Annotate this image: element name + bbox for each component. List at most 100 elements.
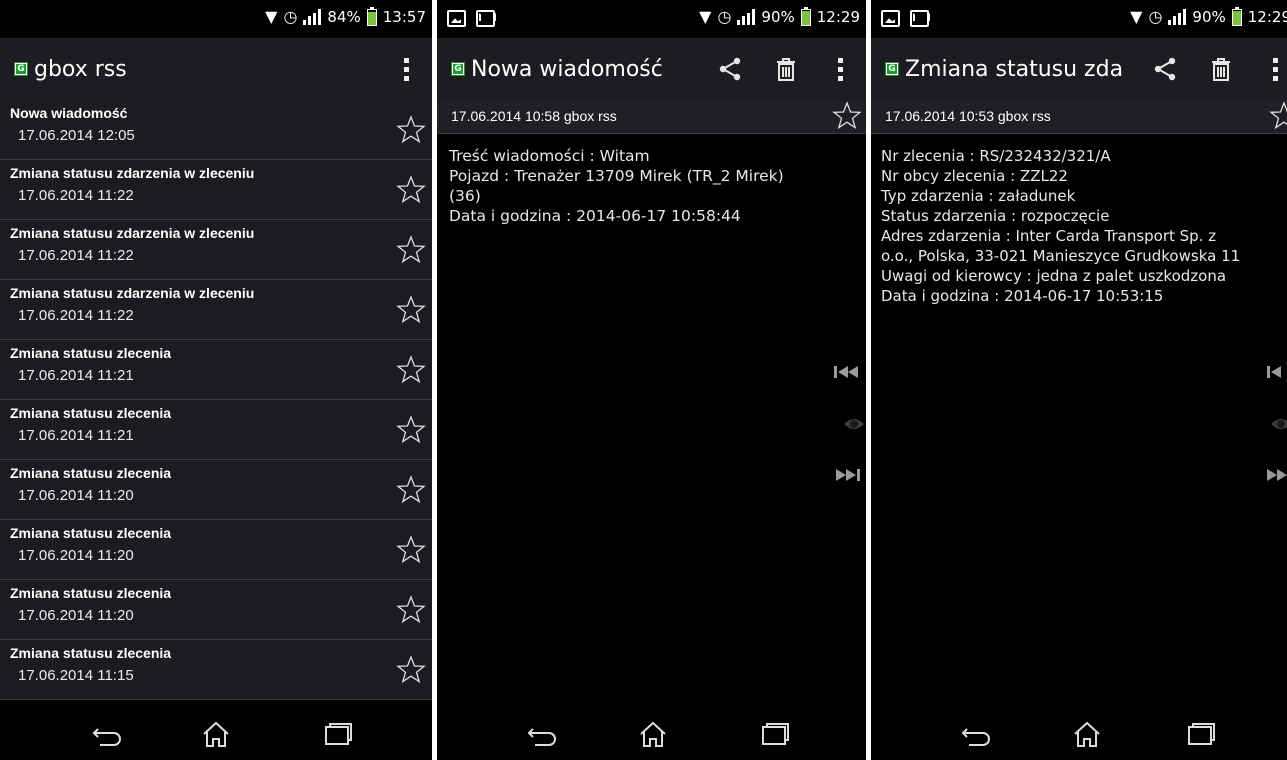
list-item-title: Zmiana statusu zlecenia [10,645,172,661]
list-item[interactable]: Zmiana statusu zdarzenia w zleceniu 17.06… [0,160,432,220]
share-icon [719,57,741,81]
signal-icon [737,9,756,25]
list-item-date: 17.06.2014 11:20 [18,607,134,624]
overflow-menu-icon [1272,57,1278,81]
home-icon[interactable] [633,720,673,748]
star-icon[interactable] [396,415,426,445]
nfc-icon: ▼ [1130,7,1143,26]
message-meta: 17.06.2014 10:58 gbox rss [437,100,866,134]
image-icon [881,10,900,27]
previous-icon [1267,366,1281,378]
previous-icon [834,366,858,378]
clock: 13:57 [382,8,426,26]
list-item[interactable]: Zmiana statusu zlecenia 17.06.2014 11:20 [0,520,432,580]
battery-icon [1231,6,1242,26]
list-item-title: Zmiana statusu zdarzenia w zleceniu [10,225,255,241]
alarm-icon: ◷ [283,7,298,26]
next-button[interactable] [828,465,866,485]
back-icon[interactable] [523,720,563,748]
star-icon[interactable] [396,655,426,685]
star-icon[interactable] [396,355,426,385]
app-title: gbox rss [34,56,127,82]
next-icon [1267,469,1287,481]
overflow-menu-icon [403,57,409,81]
overflow-menu-button[interactable] [814,38,866,100]
home-icon[interactable] [1067,720,1107,748]
list-item[interactable]: Zmiana statusu zlecenia 17.06.2014 11:15 [0,640,432,700]
star-icon[interactable] [396,535,426,565]
list-item-title: Zmiana statusu zlecenia [10,405,172,421]
star-icon[interactable] [396,115,426,145]
overflow-menu-button[interactable] [1249,38,1287,100]
delete-button[interactable] [1193,38,1249,100]
star-icon[interactable] [396,595,426,625]
list-item-date: 17.06.2014 11:22 [18,247,134,264]
star-icon[interactable] [396,475,426,505]
message-list: Nowa wiadomość 17.06.2014 12:05 Zmiana sta… [0,100,432,700]
battery-percent: 90% [761,8,795,26]
list-item-title: Zmiana statusu zlecenia [10,465,172,481]
back-icon[interactable] [957,720,997,748]
star-icon[interactable] [1269,101,1287,131]
previous-button[interactable] [1249,362,1287,382]
delete-icon [1212,58,1230,81]
list-item[interactable]: Zmiana statusu zdarzenia w zleceniu 17.06… [0,220,432,280]
screen-list: ▼ ◷ 84% 13:57 gbox rss Nowa wiadomość 17.… [0,0,432,760]
list-item-date: 17.06.2014 11:21 [18,427,134,444]
list-item-title: Nowa wiadomość [10,105,128,121]
list-item[interactable]: Nowa wiadomość 17.06.2014 12:05 [0,100,432,160]
nfc-icon: ▼ [265,7,278,26]
app-icon [451,62,465,76]
status-bar: ▼ ◷ 90% 12:29 [871,0,1287,38]
home-icon[interactable] [196,720,236,748]
clock: 12:29 [816,8,860,26]
gmail-icon [476,10,495,27]
message-body: Treść wiadomości : Witam Pojazd : Trenaż… [449,147,784,225]
delete-icon [777,58,795,81]
gmail-icon [910,10,929,27]
battery-icon [800,6,811,26]
share-button[interactable] [1137,38,1193,100]
previous-button[interactable] [828,362,866,382]
message-date-source: 17.06.2014 10:53 gbox rss [885,108,1051,124]
message-title: Zmiana statusu zda [905,56,1123,82]
eye-button[interactable] [1249,414,1287,434]
clock: 12:29 [1247,8,1287,26]
message-meta: 17.06.2014 10:53 gbox rss [871,100,1287,134]
screen-status-detail: ▼ ◷ 90% 12:29 Zmiana statusu zda 17.06.2… [871,0,1287,760]
list-item-date: 17.06.2014 11:20 [18,547,134,564]
message-date-source: 17.06.2014 10:58 gbox rss [451,108,617,124]
star-icon[interactable] [832,101,862,131]
share-button[interactable] [702,38,758,100]
action-bar: Nowa wiadomość [437,38,866,100]
recent-apps-icon[interactable] [755,720,795,748]
recent-apps-icon[interactable] [1181,720,1221,748]
battery-icon [366,6,377,26]
list-item-title: Zmiana statusu zdarzenia w zleceniu [10,165,255,181]
share-icon [1154,57,1176,81]
battery-percent: 84% [327,8,361,26]
delete-button[interactable] [758,38,814,100]
image-icon [447,10,466,27]
next-button[interactable] [1249,465,1287,485]
status-bar: ▼ ◷ 90% 12:29 [437,0,866,38]
list-item[interactable]: Zmiana statusu zlecenia 17.06.2014 11:20 [0,460,432,520]
screen-message-detail: ▼ ◷ 90% 12:29 Nowa wiadomość 17.06.2014 … [437,0,866,760]
eye-button[interactable] [828,414,866,434]
list-item-date: 17.06.2014 11:22 [18,307,134,324]
list-item[interactable]: Zmiana statusu zlecenia 17.06.2014 11:21 [0,340,432,400]
star-icon[interactable] [396,235,426,265]
recent-apps-icon[interactable] [318,720,358,748]
app-icon [14,62,28,76]
list-item[interactable]: Zmiana statusu zlecenia 17.06.2014 11:20 [0,580,432,640]
star-icon[interactable] [396,295,426,325]
star-icon[interactable] [396,175,426,205]
list-item[interactable]: Zmiana statusu zlecenia 17.06.2014 11:21 [0,400,432,460]
overflow-menu-button[interactable] [380,38,432,100]
alarm-icon: ◷ [717,7,732,26]
back-icon[interactable] [88,720,128,748]
action-bar: gbox rss [0,38,432,100]
list-item-date: 17.06.2014 11:21 [18,367,134,384]
status-bar: ▼ ◷ 84% 13:57 [0,0,432,38]
list-item[interactable]: Zmiana statusu zdarzenia w zleceniu 17.06… [0,280,432,340]
